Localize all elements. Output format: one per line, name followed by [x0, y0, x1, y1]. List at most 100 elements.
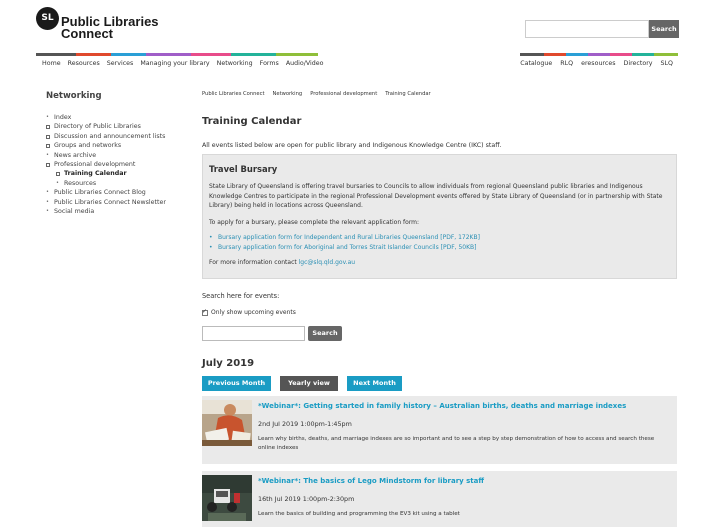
sidebar-item-label: Public Libraries Connect Newsletter	[54, 198, 166, 206]
stripe-segment	[191, 53, 231, 56]
event-card: *Webinar*: Getting started in family his…	[202, 396, 677, 464]
expand-box-icon	[46, 134, 50, 139]
site-search-input[interactable]	[525, 20, 649, 38]
stripe-segment	[632, 53, 654, 56]
sidebar-item-label: Professional development	[54, 161, 136, 169]
bursary-form-link[interactable]: Bursary application form for Aboriginal …	[218, 243, 477, 253]
sidebar-item-index[interactable]: • Index	[46, 113, 166, 122]
site-logo[interactable]: Public Libraries Connect	[61, 15, 159, 41]
event-thumbnail-lego-mindstorm[interactable]	[202, 475, 252, 521]
sidebar-item-news-archive[interactable]: • News archive	[46, 151, 166, 160]
bursary-link-item: • Bursary application form for Aboriginal…	[209, 243, 670, 253]
stripe-segment	[231, 53, 276, 56]
logo-badge[interactable]: SL	[36, 7, 59, 30]
bursary-description: State Library of Queensland is offering …	[209, 183, 663, 209]
site-search-button[interactable]: Search	[649, 20, 679, 38]
sidebar-title: Networking	[46, 91, 102, 101]
sidebar-item-groups-and-networks[interactable]: Groups and networks	[46, 141, 166, 150]
bursary-link-item: • Bursary application form for Independen…	[209, 233, 670, 243]
sidebar-item-directory-of-public-libraries[interactable]: Directory of Public Libraries	[46, 122, 166, 131]
breadcrumb: Public Libraries Connect Networking Profes…	[202, 91, 431, 97]
bullet-icon: •	[46, 208, 49, 215]
travel-bursary-panel: Travel Bursary State Library of Queensla…	[202, 154, 677, 279]
event-date: 2nd Jul 2019 1:00pm-1:45pm	[258, 420, 352, 428]
nav-link-home[interactable]: Home	[42, 60, 61, 67]
stripe-segment	[76, 53, 111, 56]
sidebar-item-label: Public Libraries Connect Blog	[54, 189, 146, 197]
utility-link-slq[interactable]: SLQ	[661, 60, 673, 67]
expand-box-icon	[46, 143, 50, 148]
upcoming-events-checkbox[interactable]	[202, 308, 208, 316]
utility-link-eresources[interactable]: eresources	[581, 60, 615, 67]
bursary-contact: For more information contact lgc@slq.qld…	[209, 258, 670, 268]
event-search-input[interactable]	[202, 326, 305, 341]
stripe-segment	[520, 53, 544, 56]
bursary-form-link[interactable]: Bursary application form for Independent…	[218, 233, 480, 243]
intro-text: All events listed below are open for pub…	[202, 142, 502, 149]
utility-link-directory[interactable]: Directory	[624, 60, 653, 67]
bursary-heading: Travel Bursary	[209, 164, 278, 174]
sidebar-item-discussion-and-announcement-lists[interactable]: Discussion and announcement lists	[46, 132, 166, 141]
nav-link-managing-your-library[interactable]: Managing your library	[140, 60, 209, 67]
sidebar-menu: • Index Directory of Public Libraries Discu…	[46, 113, 166, 216]
stripe-segment	[36, 53, 76, 56]
color-stripe-right	[520, 53, 678, 56]
event-title-link[interactable]: *Webinar*: Getting started in family his…	[258, 402, 626, 410]
event-date: 16th Jul 2019 1:00pm-2:30pm	[258, 495, 355, 503]
expand-box-icon	[46, 125, 50, 130]
sidebar-item-label: Training Calendar	[64, 170, 127, 178]
stripe-segment	[146, 53, 191, 56]
event-title-link[interactable]: *Webinar*: The basics of Lego Mindstorm …	[258, 477, 484, 485]
nav-link-forms[interactable]: Forms	[260, 60, 279, 67]
previous-month-button[interactable]: Previous Month	[202, 376, 271, 391]
contact-email-link[interactable]: lgc@slq.qld.gov.au	[299, 259, 355, 266]
nav-link-resources[interactable]: Resources	[68, 60, 100, 67]
sidebar-item-label: News archive	[54, 151, 97, 159]
sidebar-item-public-libraries-connect-blog[interactable]: • Public Libraries Connect Blog	[46, 188, 166, 197]
utility-link-catalogue[interactable]: Catalogue	[520, 60, 552, 67]
breadcrumb-item[interactable]: Public Libraries Connect	[202, 91, 265, 97]
bullet-icon: •	[46, 198, 49, 205]
page-title: Training Calendar	[202, 116, 302, 127]
upcoming-events-option: Only show upcoming events	[202, 308, 296, 316]
event-description: Learn the basics of building and program…	[258, 511, 460, 517]
event-search-button[interactable]: Search	[308, 326, 342, 341]
nav-link-services[interactable]: Services	[107, 60, 134, 67]
sidebar-item-public-libraries-connect-newsletter[interactable]: • Public Libraries Connect Newsletter	[46, 198, 166, 207]
contact-prefix: For more information contact	[209, 259, 299, 266]
event-description: Learn why births, deaths, and marriage i…	[258, 436, 655, 451]
stripe-segment	[276, 53, 318, 56]
utility-nav: Catalogue RLQ eresources Directory SLQ	[512, 60, 673, 67]
sidebar-item-label: Groups and networks	[54, 142, 122, 150]
logo-line-2: Connect	[61, 26, 113, 41]
utility-link-rlq[interactable]: RLQ	[560, 60, 573, 67]
sidebar-item-training-calendar[interactable]: Training Calendar	[46, 169, 166, 178]
bullet-icon: •	[56, 179, 59, 186]
bullet-icon: •	[209, 234, 213, 241]
sidebar-item-label: Discussion and announcement lists	[54, 132, 166, 140]
bullet-icon: •	[46, 189, 49, 196]
main-nav: Home Resources Services Managing your libra…	[42, 60, 331, 67]
stripe-segment	[588, 53, 610, 56]
event-search-label: Search here for events:	[202, 292, 280, 300]
sidebar-item-professional-development[interactable]: Professional development	[46, 160, 166, 169]
next-month-button[interactable]: Next Month	[347, 376, 402, 391]
bullet-icon: •	[46, 151, 49, 158]
sidebar-item-label: Resources	[64, 179, 97, 187]
bursary-links: • Bursary application form for Independen…	[209, 233, 670, 252]
bullet-icon: •	[46, 114, 49, 120]
sidebar-item-social-media[interactable]: • Social media	[46, 207, 166, 216]
stripe-segment	[610, 53, 632, 56]
yearly-view-button[interactable]: Yearly view	[280, 376, 338, 391]
sidebar-item-resources[interactable]: • Resources	[46, 179, 166, 188]
stripe-segment	[654, 53, 678, 56]
nav-link-audio-video[interactable]: Audio/Video	[286, 60, 324, 67]
nav-link-networking[interactable]: Networking	[217, 60, 253, 67]
expand-box-icon	[46, 162, 50, 167]
sidebar-item-label: Index	[54, 114, 72, 121]
event-thumbnail-family-history[interactable]	[202, 400, 252, 446]
expand-box-icon	[56, 172, 60, 177]
breadcrumb-item[interactable]: Professional development	[310, 91, 377, 97]
breadcrumb-item[interactable]: Networking	[273, 91, 303, 97]
stripe-segment	[566, 53, 588, 56]
